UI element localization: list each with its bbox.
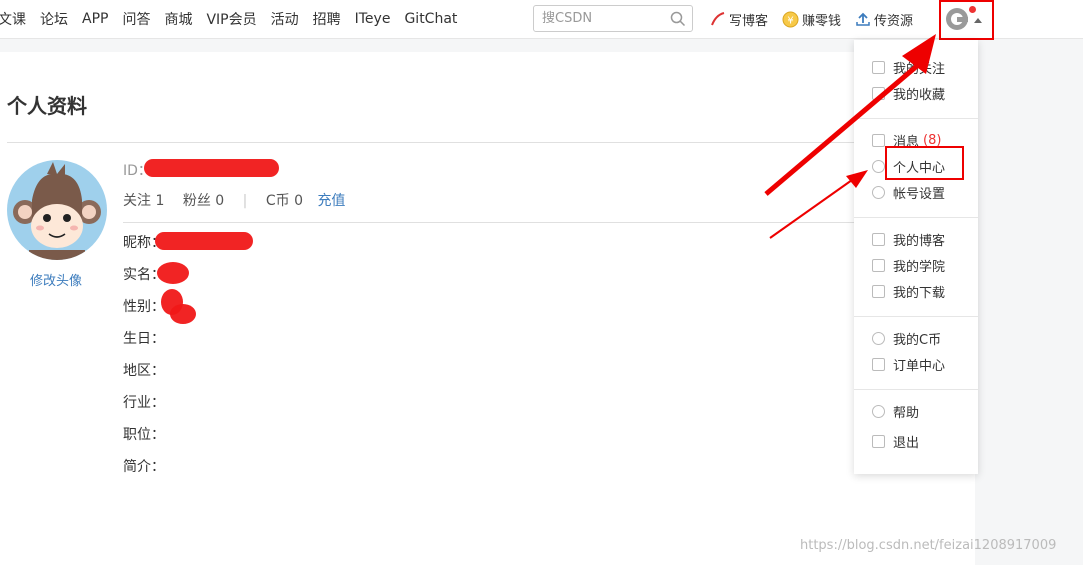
annotation-arrows xyxy=(764,34,936,239)
arrow-head-icon xyxy=(902,34,936,74)
watermark: https://blog.csdn.net/feizai1208917009 xyxy=(800,538,1057,553)
arrow-head-icon xyxy=(846,170,868,188)
annotation-arrow-to-menu xyxy=(764,58,926,196)
annotation-arrow-to-item xyxy=(769,179,853,239)
